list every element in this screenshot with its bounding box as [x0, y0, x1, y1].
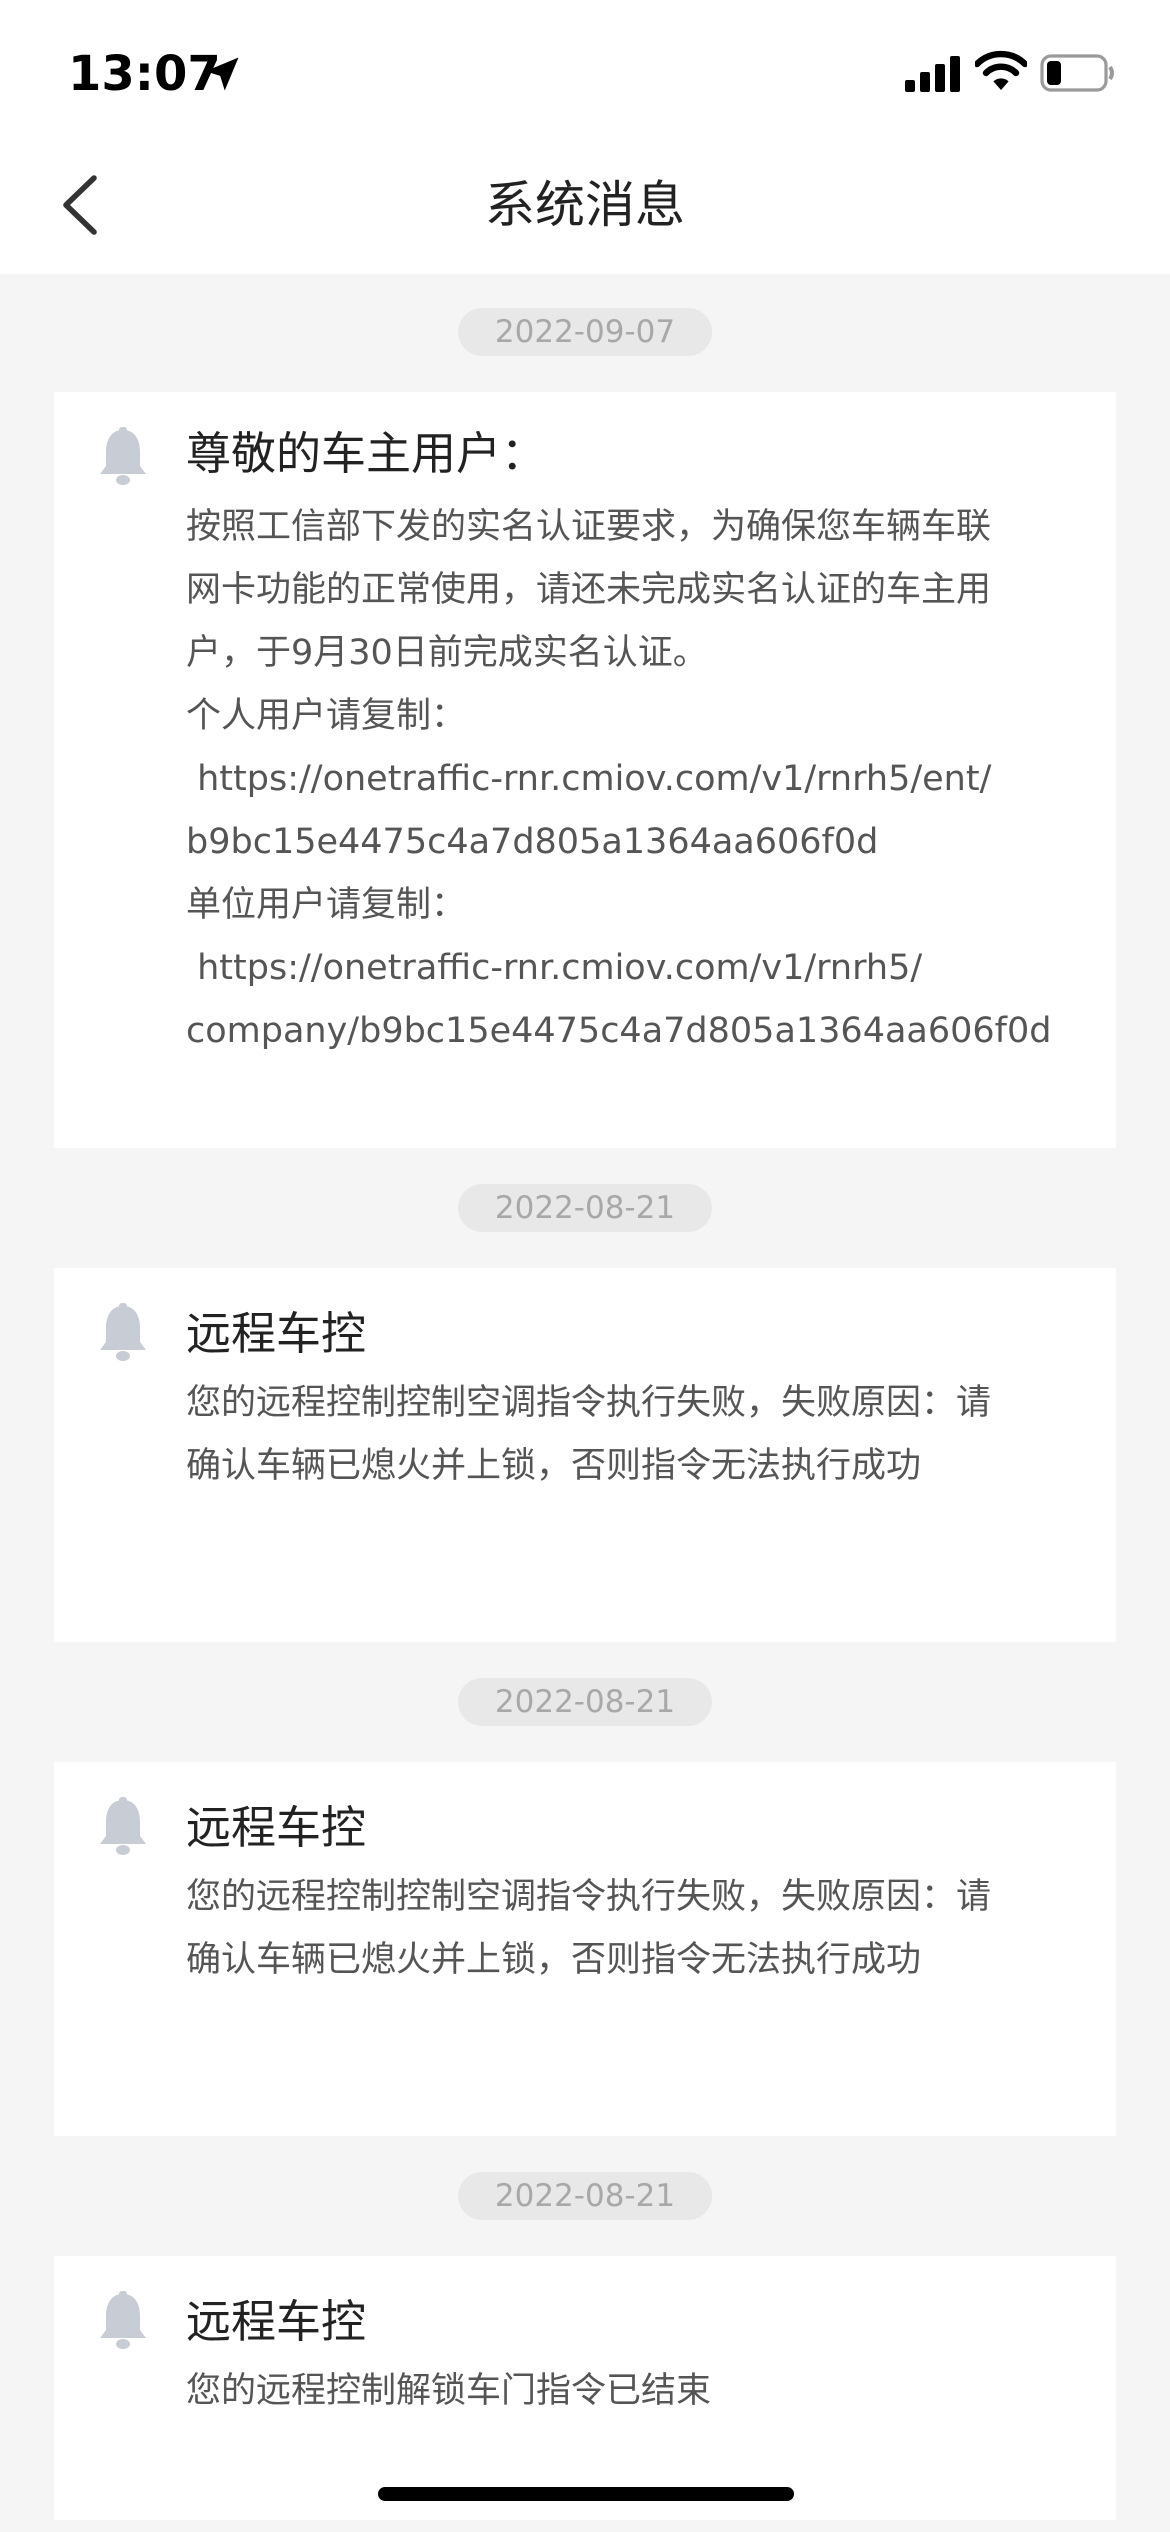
link-line: company/b9bc15e4475c4a7d805a1364aa606f0d	[186, 1011, 1052, 1051]
message-line: 您的远程控制控制空调指令执行失败，失败原因：请	[186, 1383, 992, 1423]
date-badge: 2022-08-21	[458, 1184, 712, 1232]
message-line: 您的远程控制解锁车门指令已结束	[186, 2371, 712, 2411]
header-area: 13:07 系统消息	[0, 0, 1170, 274]
message-line: 单位用户请复制：	[186, 885, 467, 925]
message-line: 确认车辆已熄火并上锁，否则指令无法执行成功	[186, 1940, 922, 1980]
message-card[interactable]: 远程车控 您的远程控制解锁车门指令已结束	[54, 2256, 1116, 2520]
battery-low-icon	[1040, 54, 1114, 92]
message-card[interactable]: 远程车控 您的远程控制控制空调指令执行失败，失败原因：请 确认车辆已熄火并上锁，…	[54, 1268, 1116, 1642]
message-card[interactable]: 远程车控 您的远程控制控制空调指令执行失败，失败原因：请 确认车辆已熄火并上锁，…	[54, 1762, 1116, 2136]
message-body: 您的远程控制控制空调指令执行失败，失败原因：请 确认车辆已熄火并上锁，否则指令无…	[186, 1372, 1146, 1498]
message-body: 您的远程控制控制空调指令执行失败，失败原因：请 确认车辆已熄火并上锁，否则指令无…	[186, 1866, 1146, 1992]
message-title: 远程车控	[186, 2295, 367, 2348]
bell-icon	[100, 1797, 146, 1855]
home-indicator[interactable]	[378, 2487, 794, 2501]
message-card[interactable]: 尊敬的车主用户： 按照工信部下发的实名认证要求，为确保您车辆车联 网卡功能的正常…	[54, 392, 1116, 1148]
message-body: 按照工信部下发的实名认证要求，为确保您车辆车联 网卡功能的正常使用，请还未完成实…	[186, 496, 1146, 1063]
message-line: 您的远程控制控制空调指令执行失败，失败原因：请	[186, 1877, 992, 1917]
link-line: https://onetraffic-rnr.cmiov.com/v1/rnrh…	[186, 759, 992, 799]
cellular-signal-icon	[905, 56, 960, 92]
status-time: 13:07	[68, 46, 221, 102]
message-line: 按照工信部下发的实名认证要求，为确保您车辆车联	[186, 507, 992, 547]
date-badge: 2022-09-07	[458, 308, 712, 356]
bell-icon	[100, 1303, 146, 1361]
message-title: 远程车控	[186, 1307, 367, 1360]
message-body: 您的远程控制解锁车门指令已结束	[186, 2360, 1146, 2423]
date-badge: 2022-08-21	[458, 2172, 712, 2220]
date-badge: 2022-08-21	[458, 1678, 712, 1726]
bell-icon	[100, 427, 146, 485]
message-title: 尊敬的车主用户：	[186, 427, 547, 480]
location-arrow-icon	[205, 57, 239, 91]
message-line: 确认车辆已熄火并上锁，否则指令无法执行成功	[186, 1446, 922, 1486]
link-line: https://onetraffic-rnr.cmiov.com/v1/rnrh…	[186, 948, 923, 988]
message-line: 个人用户请复制：	[186, 696, 467, 736]
message-line: 户，于9月30日前完成实名认证。	[186, 633, 708, 673]
link-line: b9bc15e4475c4a7d805a1364aa606f0d	[186, 822, 879, 862]
message-line: 网卡功能的正常使用，请还未完成实名认证的车主用	[186, 570, 992, 610]
page-title: 系统消息	[485, 176, 685, 234]
bell-icon	[100, 2291, 146, 2349]
wifi-icon	[975, 50, 1027, 90]
message-title: 远程车控	[186, 1801, 367, 1854]
